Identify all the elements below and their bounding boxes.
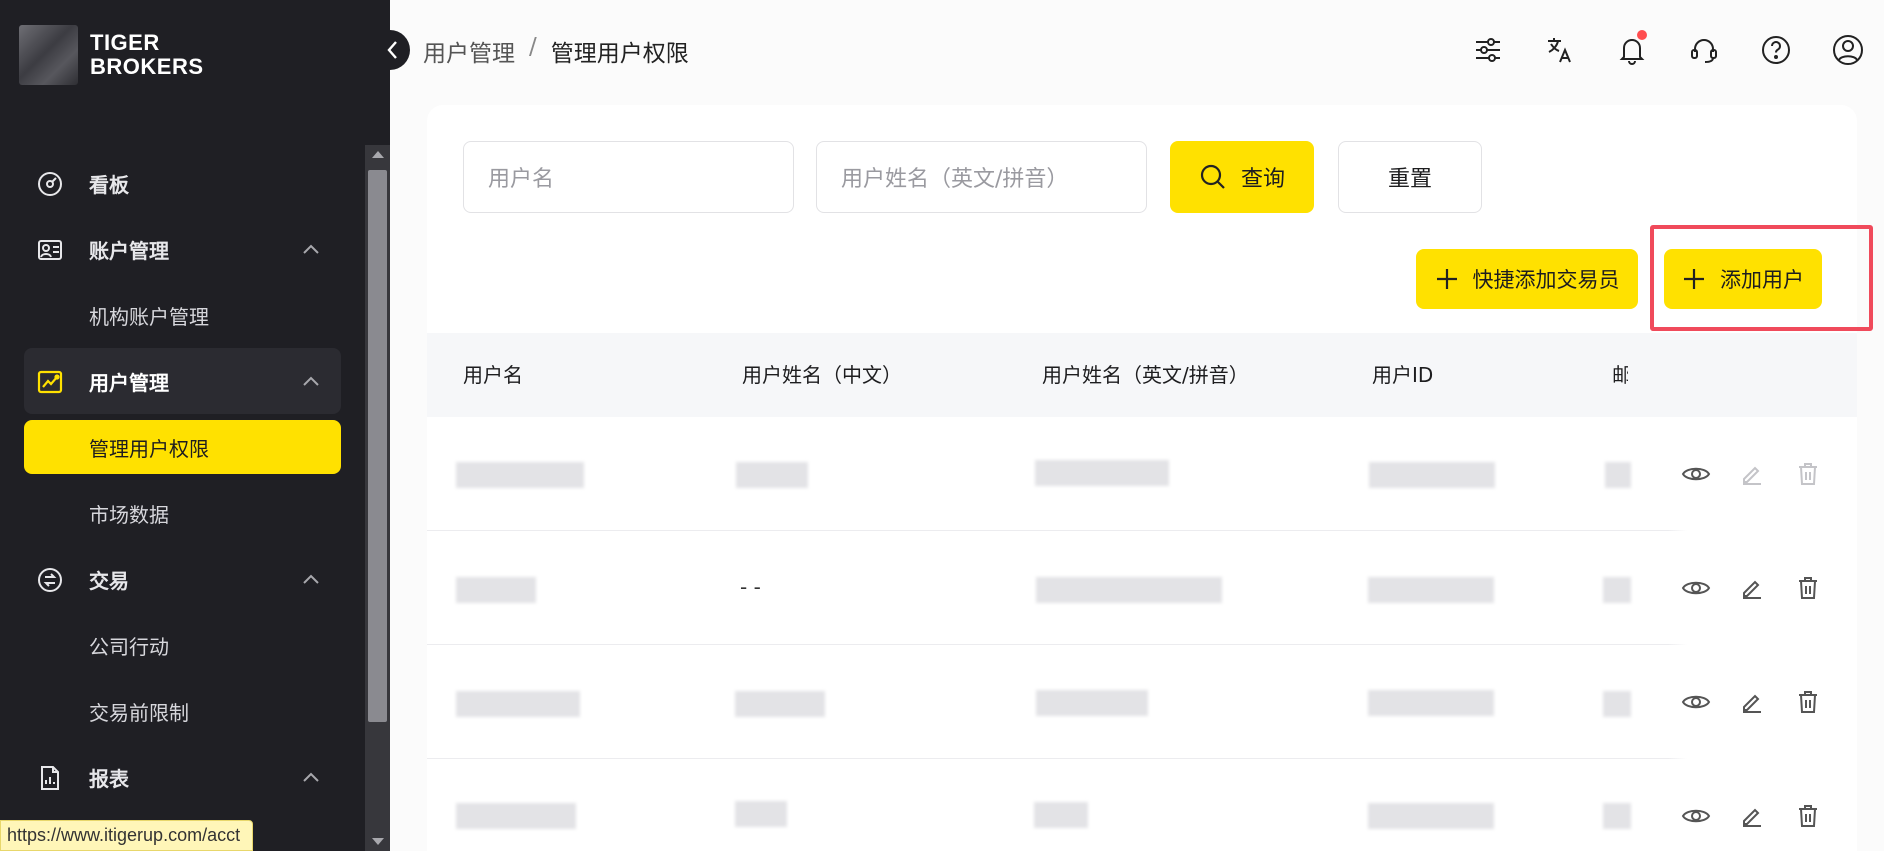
chevron-up-icon (303, 574, 319, 584)
blurred-user-id (1369, 462, 1495, 488)
table-row (427, 645, 1857, 759)
sidebar-item-user-management[interactable]: 用户管理 (24, 348, 341, 414)
column-header-email: 邮 (1612, 363, 1628, 387)
chevron-up-icon (303, 772, 319, 782)
scroll-up-arrow[interactable] (372, 151, 384, 158)
notification-badge (1637, 30, 1647, 40)
blurred-email (1603, 691, 1631, 717)
edit-icon[interactable] (1724, 454, 1780, 494)
blurred-user-id (1368, 690, 1494, 716)
breadcrumb-separator: / (529, 34, 537, 60)
plus-icon (1436, 269, 1457, 289)
column-header-username: 用户名 (463, 363, 523, 387)
delete-icon[interactable] (1780, 568, 1836, 608)
translate-icon[interactable] (1524, 30, 1596, 70)
sidebar-item-account[interactable]: 账户管理 (0, 216, 365, 282)
logo-text: TIGER BROKERS (90, 30, 204, 79)
sidebar: TIGER BROKERS 看板 账户管理 机构账户管理 用户管理 管理用户权限… (0, 0, 390, 851)
view-icon[interactable] (1668, 796, 1724, 836)
blurred-name-cn (735, 801, 787, 827)
customer-service-icon[interactable] (1668, 30, 1740, 70)
scroll-down-arrow[interactable] (372, 838, 384, 845)
scrollbar-thumb[interactable] (368, 170, 387, 722)
top-header: 用户管理 / 管理用户权限 (390, 0, 1884, 100)
quick-add-trader-button[interactable]: 快捷添加交易员 (1416, 249, 1638, 309)
breadcrumb-current: 管理用户权限 (550, 41, 689, 67)
blurred-name-en (1034, 802, 1088, 828)
table-header: 用户名 用户姓名（中文） 用户姓名（英文/拼音） 用户ID 邮 (427, 333, 1857, 417)
edit-icon[interactable] (1724, 568, 1780, 608)
chevron-left-icon (387, 41, 397, 59)
delete-icon[interactable] (1780, 454, 1836, 494)
edit-icon[interactable] (1724, 682, 1780, 722)
delete-icon[interactable] (1780, 682, 1836, 722)
report-icon (37, 765, 63, 791)
name-cn-empty: - - (740, 575, 761, 599)
blurred-email (1605, 462, 1631, 488)
search-icon (1200, 164, 1225, 189)
blurred-username (456, 462, 584, 488)
account-icon (37, 237, 63, 263)
row-actions (1668, 759, 1857, 851)
table-row (427, 417, 1857, 531)
view-icon[interactable] (1668, 454, 1724, 494)
blurred-name-cn (735, 691, 825, 717)
row-actions (1668, 531, 1857, 645)
trade-icon (37, 567, 63, 593)
blurred-email (1603, 803, 1631, 829)
logo-mark (19, 25, 78, 85)
column-header-user-id: 用户ID (1372, 363, 1434, 387)
user-avatar-icon[interactable] (1812, 30, 1884, 70)
user-manage-icon (37, 369, 63, 395)
reset-button[interactable]: 重置 (1338, 141, 1482, 213)
sidebar-item-market-data[interactable]: 市场数据 (0, 480, 365, 546)
sidebar-item-corporate-actions[interactable]: 公司行动 (0, 612, 365, 678)
highlight-box (1650, 225, 1873, 331)
content-card: 用户名 用户姓名（英文/拼音） 查询 重置 快捷添加交易员 添加用户 用户名 用… (427, 105, 1873, 851)
sidebar-scrollbar[interactable] (365, 145, 390, 851)
sidebar-item-reports[interactable]: 报表 (0, 744, 365, 810)
chevron-up-icon (303, 244, 319, 254)
row-actions (1668, 417, 1857, 531)
query-button[interactable]: 查询 (1170, 141, 1314, 213)
blurred-user-id (1368, 803, 1494, 829)
row-actions (1668, 645, 1857, 759)
dashboard-icon (37, 171, 63, 197)
header-icons (1452, 30, 1884, 70)
sidebar-item-manage-permissions[interactable]: 管理用户权限 (24, 420, 341, 474)
table-row (427, 759, 1857, 851)
blurred-user-id (1368, 577, 1494, 603)
blurred-name-en (1036, 577, 1222, 603)
sidebar-nav: 看板 账户管理 机构账户管理 用户管理 管理用户权限 市场数据 交易 公司行动 … (0, 150, 365, 810)
help-icon[interactable] (1740, 30, 1812, 70)
delete-icon[interactable] (1780, 796, 1836, 836)
sidebar-item-dashboard[interactable]: 看板 (0, 150, 365, 216)
blurred-name-en (1035, 460, 1169, 486)
view-icon[interactable] (1668, 568, 1724, 608)
sidebar-item-institution-account[interactable]: 机构账户管理 (0, 282, 365, 348)
column-header-name-en: 用户姓名（英文/拼音） (1042, 363, 1249, 387)
status-bar-url: https://www.itigerup.com/acct (0, 820, 254, 851)
blurred-username (456, 691, 580, 717)
breadcrumb-parent[interactable]: 用户管理 (423, 34, 515, 68)
name-en-search-input[interactable]: 用户姓名（英文/拼音） (816, 141, 1147, 213)
blurred-name-cn (736, 462, 808, 488)
chevron-up-icon (303, 376, 319, 386)
username-search-input[interactable]: 用户名 (463, 141, 794, 213)
blurred-email (1603, 577, 1631, 603)
notification-bell-icon[interactable] (1596, 30, 1668, 70)
edit-icon[interactable] (1724, 796, 1780, 836)
sidebar-item-trade[interactable]: 交易 (0, 546, 365, 612)
blurred-username (456, 803, 576, 829)
settings-sliders-icon[interactable] (1452, 30, 1524, 70)
blurred-username (456, 577, 536, 603)
breadcrumb: 用户管理 / 管理用户权限 (423, 34, 689, 68)
view-icon[interactable] (1668, 682, 1724, 722)
table-row: - - (427, 531, 1857, 645)
column-header-name-cn: 用户姓名（中文） (742, 363, 902, 387)
blurred-name-en (1036, 690, 1148, 716)
logo[interactable]: TIGER BROKERS (19, 25, 204, 85)
sidebar-item-pretrade-limits[interactable]: 交易前限制 (0, 678, 365, 744)
